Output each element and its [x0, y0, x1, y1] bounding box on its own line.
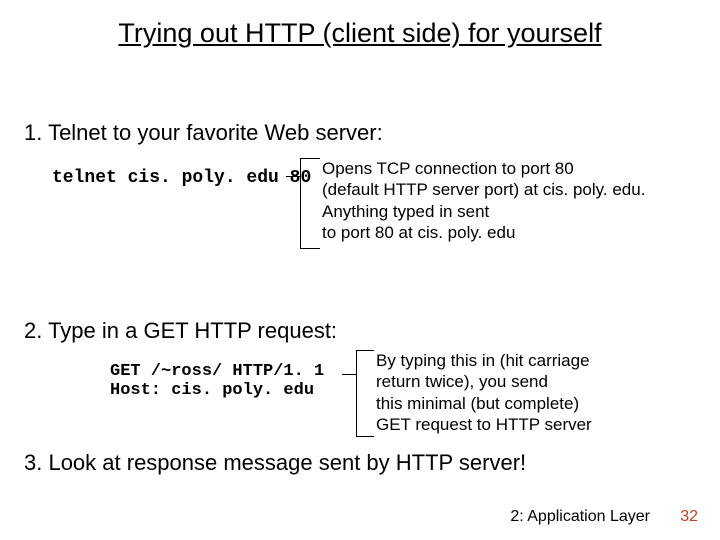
footer-section: 2: Application Layer: [510, 508, 650, 526]
note-get: By typing this in (hit carriage return t…: [376, 350, 706, 435]
slide-title: Trying out HTTP (client side) for yourse…: [0, 18, 720, 49]
footer-page-number: 32: [680, 508, 698, 526]
code-telnet: telnet cis. poly. edu 80: [52, 168, 311, 188]
step-3: 3. Look at response message sent by HTTP…: [24, 450, 526, 476]
callout-pointer-2: [356, 350, 374, 436]
note-telnet: Opens TCP connection to port 80 (default…: [322, 158, 712, 243]
code-get: GET /~ross/ HTTP/1. 1 Host: cis. poly. e…: [110, 362, 324, 400]
step-2: 2. Type in a GET HTTP request:: [24, 318, 337, 344]
slide: Trying out HTTP (client side) for yourse…: [0, 0, 720, 540]
step-1: 1. Telnet to your favorite Web server:: [24, 120, 383, 146]
